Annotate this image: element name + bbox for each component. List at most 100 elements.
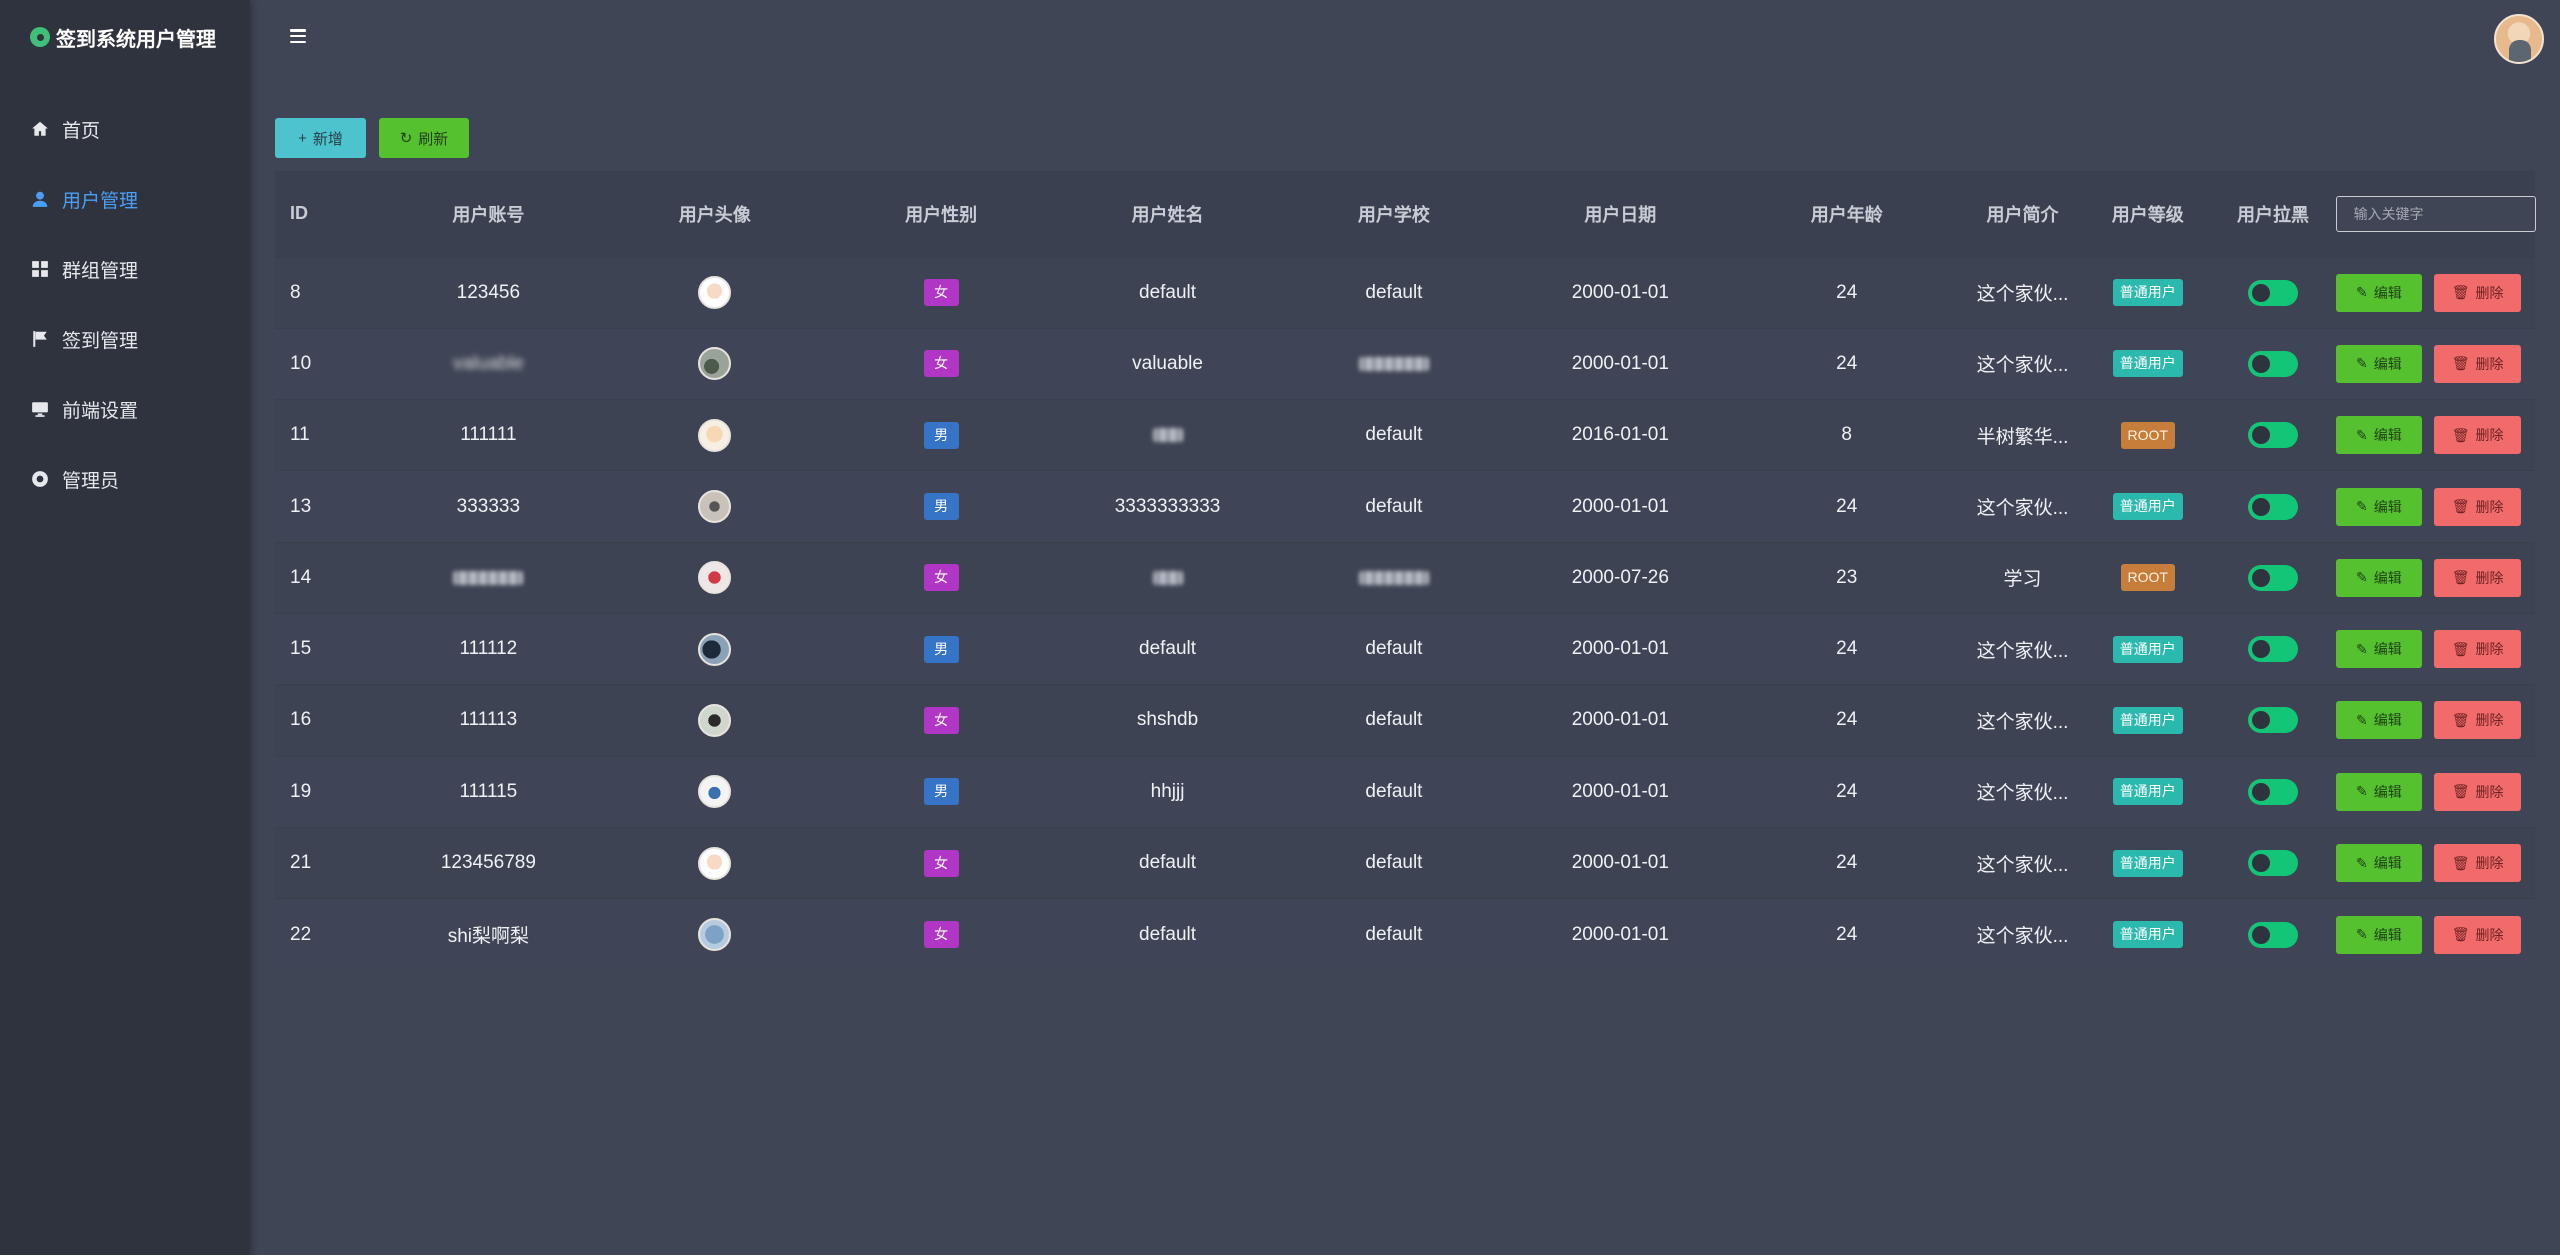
cell-avatar [602,257,828,328]
cell-level: 普通用户 [2085,756,2210,827]
delete-button[interactable]: 🗑 删除 [2434,273,2521,312]
sidebar-item-admin[interactable]: 管理员 [0,444,250,514]
blacklist-toggle[interactable] [2247,493,2298,520]
sidebar-item-label: 管理员 [62,470,120,492]
header-school: 用户学校 [1357,204,1430,225]
trash-icon: 🗑 [2451,854,2470,871]
delete-button[interactable]: 🗑 删除 [2434,558,2521,597]
blacklist-toggle[interactable] [2247,350,2298,377]
edit-button[interactable]: ✎ 编辑 [2335,701,2423,740]
edit-button[interactable]: ✎ 编辑 [2335,844,2423,883]
cell-actions: ✎ 编辑 🗑 删除 [2335,257,2535,328]
search-input[interactable] [2335,195,2536,232]
edit-button[interactable]: ✎ 编辑 [2335,416,2423,455]
app-brand[interactable]: 签到系统用户管理 [0,0,250,74]
edit-button-label: 编辑 [2373,498,2402,515]
refresh-button[interactable]: ↻ 刷新 [379,118,469,158]
cell-id-text: 11 [290,424,310,446]
blacklist-toggle[interactable] [2247,564,2298,591]
row-actions: ✎ 编辑 🗑 删除 [2335,844,2535,883]
delete-button[interactable]: 🗑 删除 [2434,630,2521,669]
cell-age-text: 24 [1836,638,1858,660]
cell-date-text: 2000-01-01 [1571,495,1669,517]
add-button[interactable]: + 新增 [275,118,366,158]
cell-gender: 男 [828,613,1054,684]
avatar [698,918,732,952]
sidebar-item-frontend-settings[interactable]: 前端设置 [0,374,250,444]
blacklist-toggle[interactable] [2247,707,2298,734]
cell-school-text: default [1365,709,1423,731]
sidebar-item-checkin-management[interactable]: 签到管理 [0,304,250,374]
cell-date-text: 2000-01-01 [1571,780,1669,802]
delete-button[interactable]: 🗑 删除 [2434,487,2521,526]
delete-button[interactable]: 🗑 删除 [2434,915,2521,954]
table-row: 19 111115 男 hhjjj default 2000-01-01 24 这个家伙...… [275,756,2535,828]
cell-blacklist [2210,613,2335,684]
cell-school [1281,328,1507,399]
avatar [698,846,732,880]
delete-button[interactable]: 🗑 删除 [2434,772,2521,811]
cell-date: 2000-01-01 [1507,827,1733,898]
blacklist-toggle[interactable] [2247,422,2298,449]
sidebar-item-home[interactable]: 首页 [0,94,250,164]
sidebar-item-user-management[interactable]: 用户管理 [0,164,250,234]
plus-icon: + [298,129,307,147]
cell-school-redacted [1358,356,1429,371]
blacklist-toggle[interactable] [2247,778,2298,805]
admin-icon [30,469,50,489]
cell-actions: ✎ 编辑 🗑 删除 [2335,400,2535,471]
cell-id: 11 [275,400,375,471]
table-row: 8 123456 女 default default 2000-01-01 24 这个家伙..… [275,257,2535,329]
edit-button-label: 编辑 [2373,926,2402,943]
table-row: 10 valuable 女 valuable 2000-01-01 24 这个家伙... 普通… [275,328,2535,400]
cell-account: 333333 [375,471,601,542]
level-badge: 普通用户 [2112,350,2183,378]
delete-button[interactable]: 🗑 删除 [2434,344,2521,383]
cell-id-text: 22 [290,923,312,945]
edit-button[interactable]: ✎ 编辑 [2335,915,2423,954]
menu-toggle-icon[interactable] [290,29,306,43]
edit-button[interactable]: ✎ 编辑 [2335,558,2423,597]
delete-button[interactable]: 🗑 删除 [2434,844,2521,883]
cell-intro-text: 这个家伙... [1976,854,2069,876]
trash-icon: 🗑 [2451,783,2470,800]
cell-id: 16 [275,685,375,756]
cell-name-redacted [1152,428,1183,443]
cell-level: ROOT [2085,400,2210,471]
avatar [698,490,732,524]
blacklist-toggle[interactable] [2247,279,2298,306]
edit-icon: ✎ [2356,498,2368,515]
refresh-button-label: 刷新 [418,130,449,148]
edit-button[interactable]: ✎ 编辑 [2335,772,2423,811]
cell-name: default [1054,899,1280,970]
trash-icon: 🗑 [2451,284,2470,301]
edit-button[interactable]: ✎ 编辑 [2335,630,2423,669]
edit-button[interactable]: ✎ 编辑 [2335,344,2423,383]
blacklist-toggle[interactable] [2247,850,2298,877]
cell-intro: 这个家伙... [1960,827,2085,898]
trash-icon: 🗑 [2451,711,2470,728]
edit-button[interactable]: ✎ 编辑 [2335,487,2423,526]
header-date: 用户日期 [1584,204,1657,225]
cell-intro: 这个家伙... [1960,756,2085,827]
delete-button-label: 删除 [2475,284,2504,301]
cell-age-text: 8 [1841,424,1852,446]
gender-badge: 男 [923,778,959,806]
sidebar-item-label: 群组管理 [62,260,139,282]
edit-button[interactable]: ✎ 编辑 [2335,273,2423,312]
delete-button[interactable]: 🗑 删除 [2434,416,2521,455]
gender-badge: 女 [923,849,959,877]
row-actions: ✎ 编辑 🗑 删除 [2335,273,2535,312]
cell-account: 123456 [375,257,601,328]
refresh-icon: ↻ [399,130,413,147]
cell-intro-text: 半树繁华... [1976,426,2069,448]
sidebar-item-group-management[interactable]: 群组管理 [0,234,250,304]
cell-age-text: 24 [1836,352,1858,374]
gender-badge: 女 [923,564,959,592]
delete-button[interactable]: 🗑 删除 [2434,701,2521,740]
user-avatar[interactable] [2494,14,2544,64]
header-blacklist: 用户拉黑 [2236,204,2309,225]
blacklist-toggle[interactable] [2247,921,2298,948]
blacklist-toggle[interactable] [2247,636,2298,663]
user-icon [30,189,50,209]
